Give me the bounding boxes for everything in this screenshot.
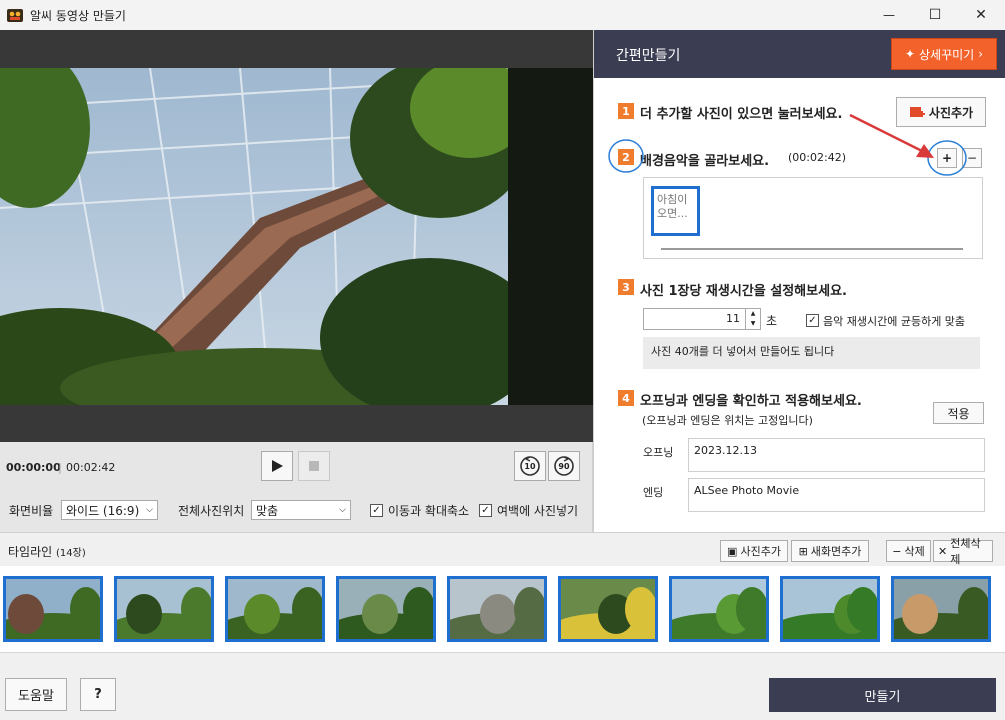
timeline-thumbnail[interactable] (225, 576, 325, 642)
current-time: 00:00:00 (6, 461, 61, 474)
timeline-add-photo-button[interactable]: ▣ 사진추가 (720, 540, 788, 562)
seconds-unit: 초 (766, 314, 778, 328)
opening-label: 오프닝 (643, 446, 674, 459)
ending-label: 엔딩 (643, 486, 664, 499)
chevron-down-icon: ⌵ (146, 505, 153, 515)
play-icon (272, 460, 283, 472)
timeline-header: 타임라인 (14장) ▣ 사진추가 ⊞ 새화면추가 − 삭제 ✕ 전체삭제 (0, 532, 1005, 566)
new-screen-icon: ⊞ (798, 544, 808, 558)
fit-music-label: 음악 재생시간에 균등하게 맞춤 (823, 315, 966, 328)
annotation-arrow-line (849, 113, 925, 154)
step-4-text: 오프닝과 엔딩을 확인하고 적용해보세요. (640, 394, 862, 409)
timeline-title: 타임라인 (8, 545, 53, 559)
timeline-count: (14장) (56, 548, 86, 559)
seconds-input[interactable]: 11 ▲ ▼ (643, 308, 761, 330)
minus-icon: − (892, 544, 902, 558)
annotation-circle-plus (927, 140, 967, 176)
position-select[interactable]: 맞춤 ⌵ (251, 500, 351, 520)
fill-margin-checkbox[interactable]: ✓ (479, 504, 492, 517)
step-3-text: 사진 1장당 재생시간을 설정해보세요. (640, 284, 847, 299)
maximize-icon: ☐ (928, 7, 942, 23)
annotation-circle-step2 (608, 139, 644, 173)
minimize-icon: — (883, 8, 895, 22)
position-label: 전체사진위치 (178, 504, 245, 518)
chevron-down-icon: ⌵ (339, 505, 346, 515)
question-button[interactable]: ? (80, 678, 116, 711)
app-icon (7, 9, 23, 22)
stop-icon (309, 461, 319, 471)
fit-music-checkbox[interactable]: ✓ (806, 314, 819, 327)
ending-field[interactable]: ALSee Photo Movie (688, 478, 985, 512)
delete-all-button[interactable]: ✕ 전체삭제 (933, 537, 993, 566)
player-controls: 00:00:00 | 00:02:42 10 90 화면비율 와이드 (16:9… (0, 442, 593, 532)
move-zoom-label: 이동과 확대축소 (388, 504, 470, 518)
make-video-button[interactable]: 만들기 (769, 678, 996, 712)
timeline-thumbnail[interactable] (558, 576, 658, 642)
timeline-thumbnail[interactable] (447, 576, 547, 642)
bottom-bar: 도움말 ? 만들기 (0, 652, 1005, 720)
new-screen-button[interactable]: ⊞ 새화면추가 (791, 540, 869, 562)
apply-button[interactable]: 적용 (933, 402, 984, 424)
aspect-label: 화면비율 (9, 504, 54, 518)
title-bar: 알씨 동영상 만들기 — ☐ ✕ (0, 0, 1005, 30)
close-icon: ✕ (975, 7, 987, 23)
preview-photo (0, 68, 508, 405)
opening-field[interactable]: 2023.12.13 (688, 438, 985, 472)
preview-photo-edge (508, 68, 593, 405)
timeline-thumbnail[interactable] (669, 576, 769, 642)
aspect-select[interactable]: 와이드 (16:9) ⌵ (61, 500, 158, 520)
add-photo-icon: ▣ (727, 544, 738, 558)
easy-make-panel: 간편만들기 ✦ 상세꾸미기 › 1 더 추가할 사진이 있으면 눌러보세요. 사… (593, 30, 1005, 532)
play-button[interactable] (261, 451, 293, 481)
timeline-thumbnail[interactable] (891, 576, 991, 642)
minimize-button[interactable]: — (866, 0, 912, 30)
music-list-scrollbar[interactable] (661, 248, 963, 250)
forward-90-button[interactable]: 90 (548, 451, 580, 481)
annotation-overlay (608, 113, 967, 176)
stop-button[interactable] (298, 451, 330, 481)
timeline-thumbnail[interactable] (336, 576, 436, 642)
window-title: 알씨 동영상 만들기 (30, 9, 126, 23)
step-3-number: 3 (618, 279, 634, 295)
photo-capacity-info: 사진 40개를 더 넣어서 만들어도 됩니다 (643, 337, 980, 369)
close-button[interactable]: ✕ (958, 0, 1004, 30)
rewind-10-button[interactable]: 10 (514, 451, 546, 481)
step-4-note: (오프닝과 엔딩은 위치는 고정입니다) (642, 414, 813, 427)
timeline-strip (0, 566, 1005, 660)
maximize-button[interactable]: ☐ (912, 0, 958, 30)
delete-button[interactable]: − 삭제 (886, 540, 931, 562)
timeline-thumbnail[interactable] (3, 576, 103, 642)
move-zoom-checkbox[interactable]: ✓ (370, 504, 383, 517)
annotation-arrow-head (916, 144, 934, 158)
total-time: 00:02:42 (66, 461, 116, 474)
close-icon: ✕ (938, 544, 948, 558)
help-button[interactable]: 도움말 (5, 678, 67, 711)
video-preview (0, 30, 593, 442)
timeline-thumbnail[interactable] (114, 576, 214, 642)
step-4-number: 4 (618, 390, 634, 406)
seconds-spinner[interactable]: ▲ ▼ (745, 309, 760, 329)
fill-margin-label: 여백에 사진넣기 (497, 504, 579, 518)
timeline-thumbnail[interactable] (780, 576, 880, 642)
